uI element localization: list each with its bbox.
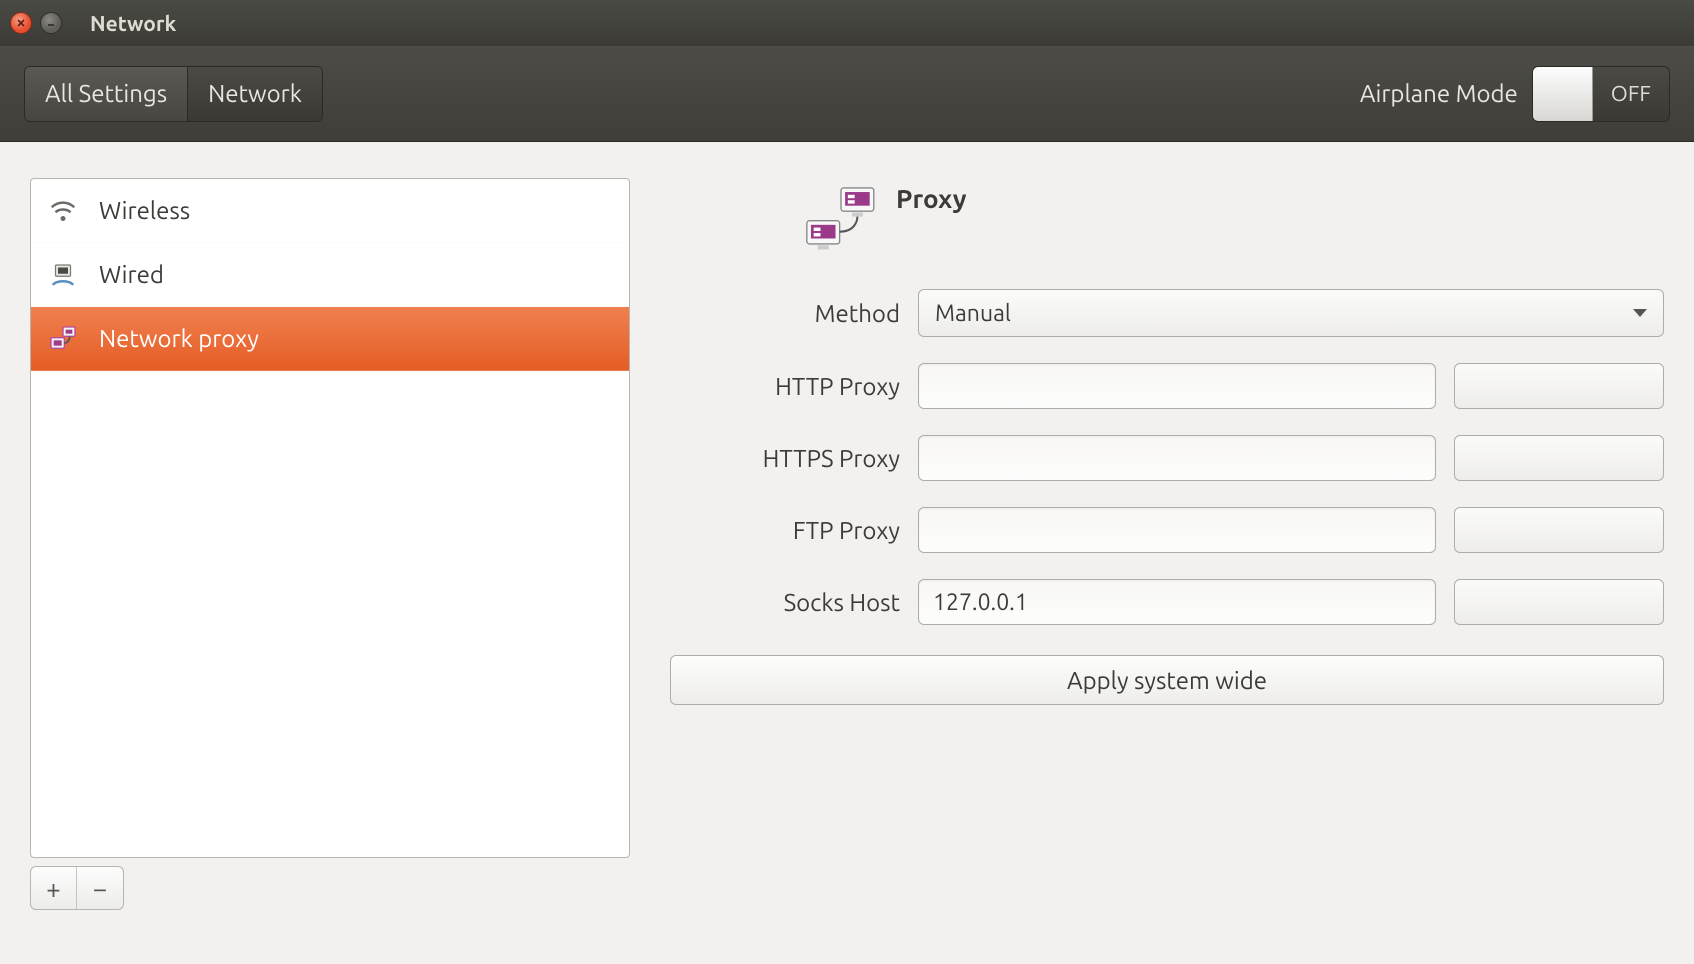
wifi-icon (45, 193, 81, 229)
http-proxy-label: HTTP Proxy (670, 373, 900, 400)
connection-list: Wireless Wired Network proxy (30, 178, 630, 858)
sidebar-item-label: Network proxy (99, 325, 259, 352)
chevron-down-icon (1633, 309, 1647, 317)
method-value: Manual (935, 301, 1011, 326)
sidebar-item-label: Wireless (99, 197, 190, 224)
http-proxy-host-input[interactable] (918, 363, 1436, 409)
https-proxy-port-input[interactable] (1455, 436, 1664, 480)
remove-connection-button[interactable]: − (77, 867, 123, 909)
switch-state: OFF (1593, 81, 1669, 106)
proxy-icon (800, 182, 882, 259)
socks-port-input[interactable] (1455, 580, 1664, 624)
method-dropdown[interactable]: Manual (918, 289, 1664, 337)
titlebar: Network (0, 0, 1694, 46)
https-proxy-label: HTTPS Proxy (670, 445, 900, 472)
https-proxy-port-spinner: − + (1454, 435, 1664, 481)
airplane-mode: Airplane Mode OFF (1360, 66, 1670, 122)
proxy-icon (45, 321, 81, 357)
wired-icon (45, 257, 81, 293)
content: Wireless Wired Network proxy + − (0, 142, 1694, 964)
ftp-proxy-port-input[interactable] (1455, 508, 1664, 552)
apply-system-wide-button[interactable]: Apply system wide (670, 655, 1664, 705)
proxy-header: Proxy (800, 182, 1664, 259)
sidebar-item-network-proxy[interactable]: Network proxy (31, 307, 629, 371)
sidebar-actions: + − (30, 866, 630, 910)
main-panel: Proxy Method Manual HTTP Proxy − + (670, 178, 1664, 928)
toolbar: All Settings Network Airplane Mode OFF (0, 46, 1694, 142)
row-apply: Apply system wide (670, 651, 1664, 705)
switch-knob (1533, 67, 1593, 121)
window-title: Network (90, 11, 176, 35)
crumb-all-settings[interactable]: All Settings (25, 67, 188, 121)
row-socks-host: Socks Host − + (670, 579, 1664, 625)
minimize-icon[interactable] (40, 12, 62, 34)
row-ftp-proxy: FTP Proxy − + (670, 507, 1664, 553)
sidebar-item-wireless[interactable]: Wireless (31, 179, 629, 243)
sidebar-item-label: Wired (99, 261, 164, 288)
proxy-form: Method Manual HTTP Proxy − + HTTPS Proxy (670, 289, 1664, 705)
row-http-proxy: HTTP Proxy − + (670, 363, 1664, 409)
ftp-proxy-label: FTP Proxy (670, 517, 900, 544)
ftp-proxy-port-spinner: − + (1454, 507, 1664, 553)
https-proxy-host-input[interactable] (918, 435, 1436, 481)
airplane-mode-switch[interactable]: OFF (1532, 66, 1670, 122)
breadcrumb: All Settings Network (24, 66, 323, 122)
socks-host-label: Socks Host (670, 589, 900, 616)
http-proxy-port-spinner: − + (1454, 363, 1664, 409)
row-https-proxy: HTTPS Proxy − + (670, 435, 1664, 481)
airplane-mode-label: Airplane Mode (1360, 80, 1518, 107)
sidebar-item-wired[interactable]: Wired (31, 243, 629, 307)
crumb-network[interactable]: Network (188, 67, 322, 121)
add-connection-button[interactable]: + (31, 867, 77, 909)
http-proxy-port-input[interactable] (1455, 364, 1664, 408)
close-icon[interactable] (10, 12, 32, 34)
page-title: Proxy (896, 184, 967, 213)
method-label: Method (670, 300, 900, 327)
socks-host-input[interactable] (918, 579, 1436, 625)
socks-port-spinner: − + (1454, 579, 1664, 625)
row-method: Method Manual (670, 289, 1664, 337)
ftp-proxy-host-input[interactable] (918, 507, 1436, 553)
